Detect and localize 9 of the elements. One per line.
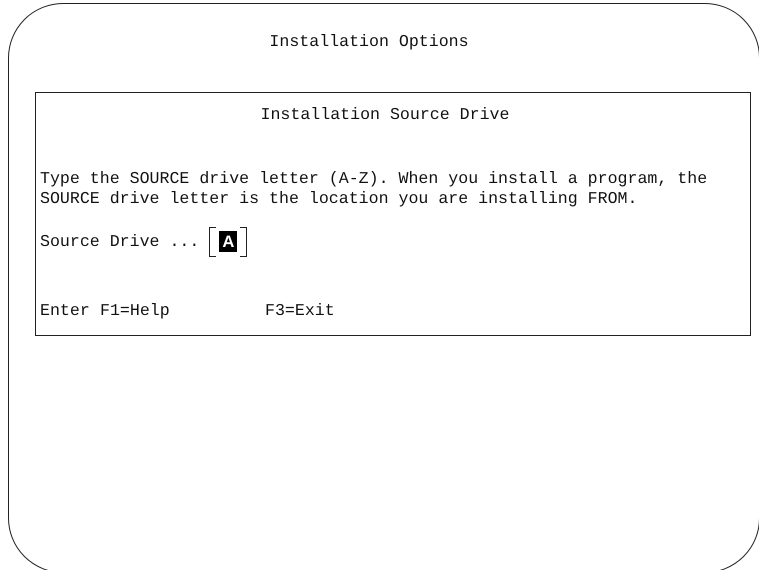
input-field[interactable]: A [209,227,248,257]
instruction-text: Type the SOURCE drive letter (A-Z). When you install a program, the [40,169,708,189]
screen-title: Installation Options [268,32,470,52]
function-key-label[interactable]: F1=Help [100,301,265,321]
function-key-label[interactable]: Enter [40,301,100,321]
instruction-text: SOURCE drive letter is the location you are installing FROM. [40,189,638,209]
field-label: Source Drive ... [40,231,200,253]
panel-title: Installation Source Drive [260,105,510,125]
function-key-label[interactable]: F3=Exit [265,301,335,321]
